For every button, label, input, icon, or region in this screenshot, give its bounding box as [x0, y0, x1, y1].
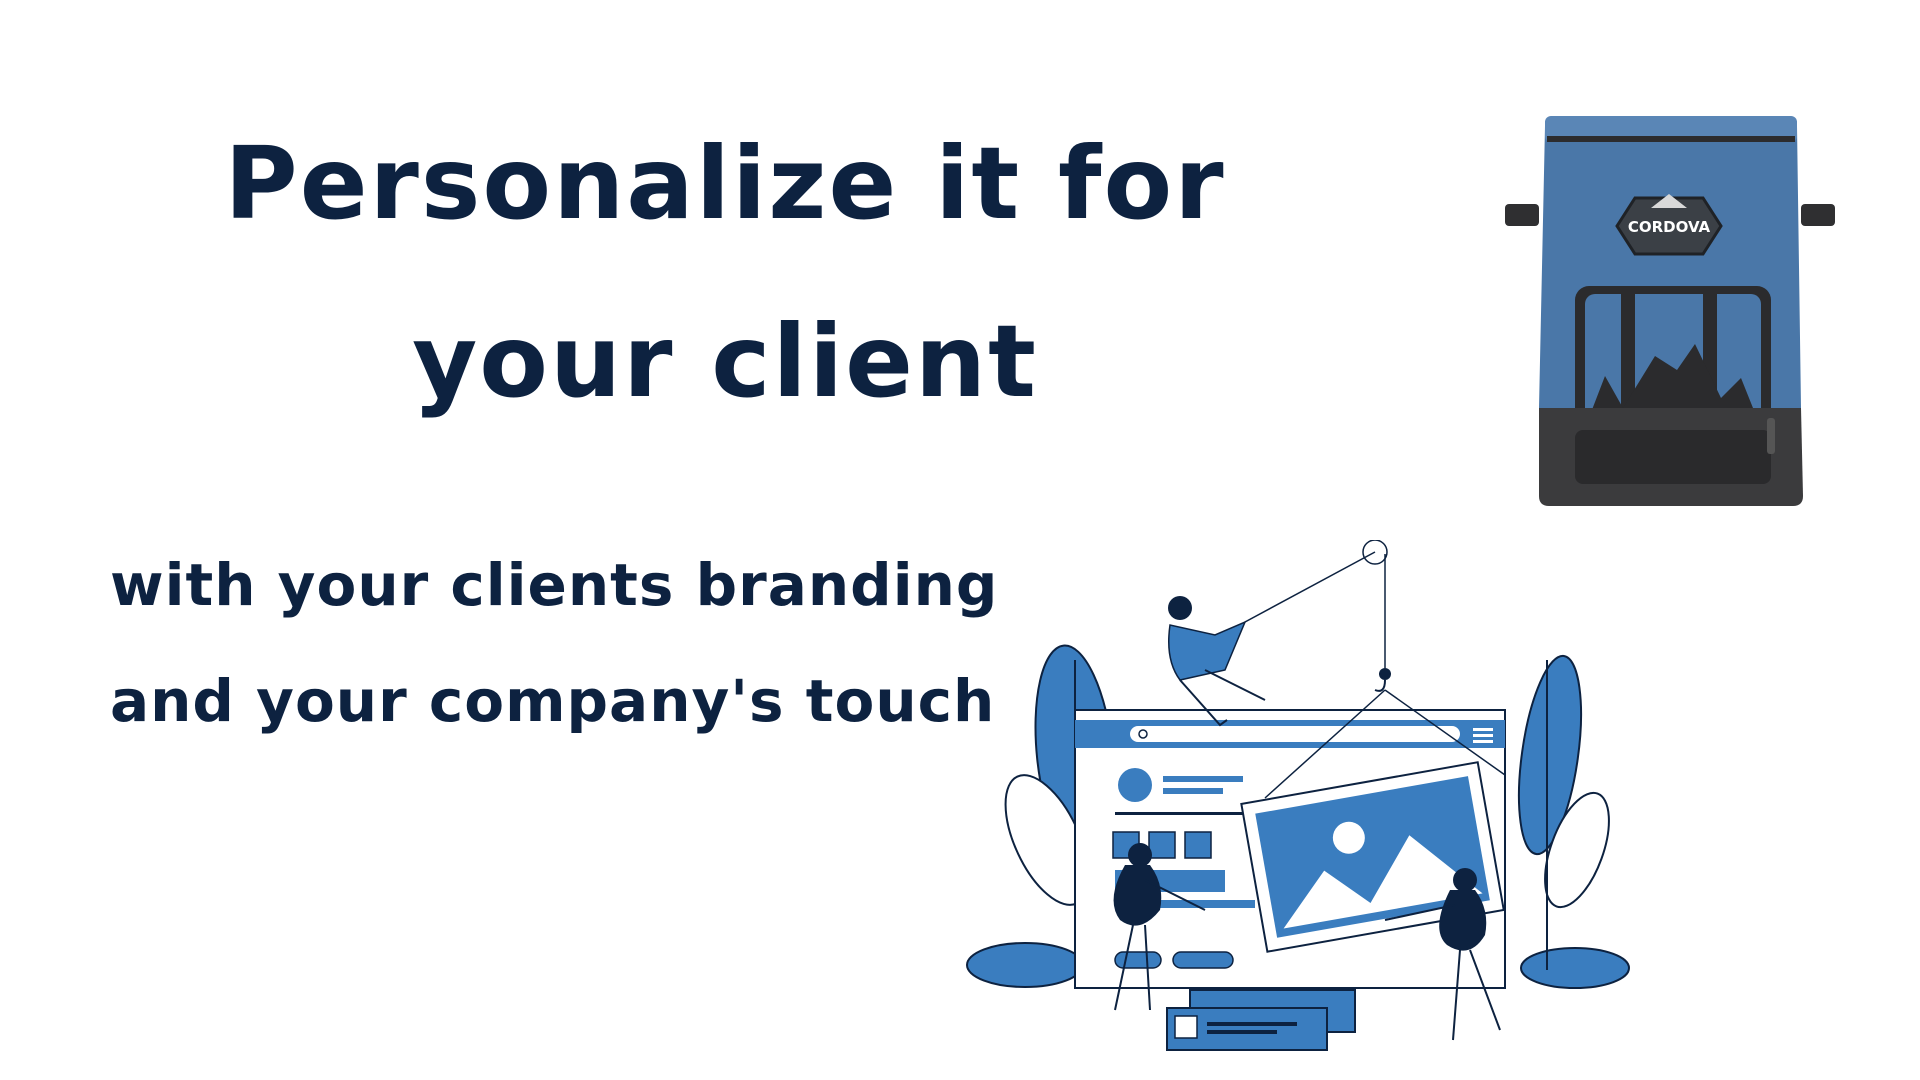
web-design-team-illustration	[966, 540, 1630, 1051]
cordova-badge: CORDOVA	[1615, 194, 1723, 256]
backpack-cooler-image: CORDOVA	[1505, 116, 1835, 506]
right-strap	[1801, 204, 1835, 226]
headline-line-2: your client	[412, 303, 1038, 420]
right-plant-icon	[1517, 654, 1630, 989]
page-headline: Personalize it for your client	[120, 95, 1330, 451]
bag-brand-label: CORDOVA	[1628, 218, 1711, 236]
bottom-cards	[1166, 989, 1356, 1051]
pocket-bottom	[1575, 430, 1771, 484]
left-strap	[1505, 204, 1539, 226]
top-zipper	[1547, 136, 1795, 142]
avatar-placeholder	[1118, 768, 1152, 802]
person-pulling-icon	[1168, 596, 1266, 727]
checkbox-icon	[1174, 1015, 1198, 1039]
zipper-pull	[1767, 418, 1775, 454]
image-placeholder-icons	[1112, 831, 1212, 859]
headline-line-1: Personalize it for	[224, 125, 1226, 242]
subheadline-line-1: with your clients branding	[110, 551, 999, 619]
menu-icon	[1473, 728, 1493, 743]
subheadline-line-2: and your company's touch	[110, 667, 996, 735]
